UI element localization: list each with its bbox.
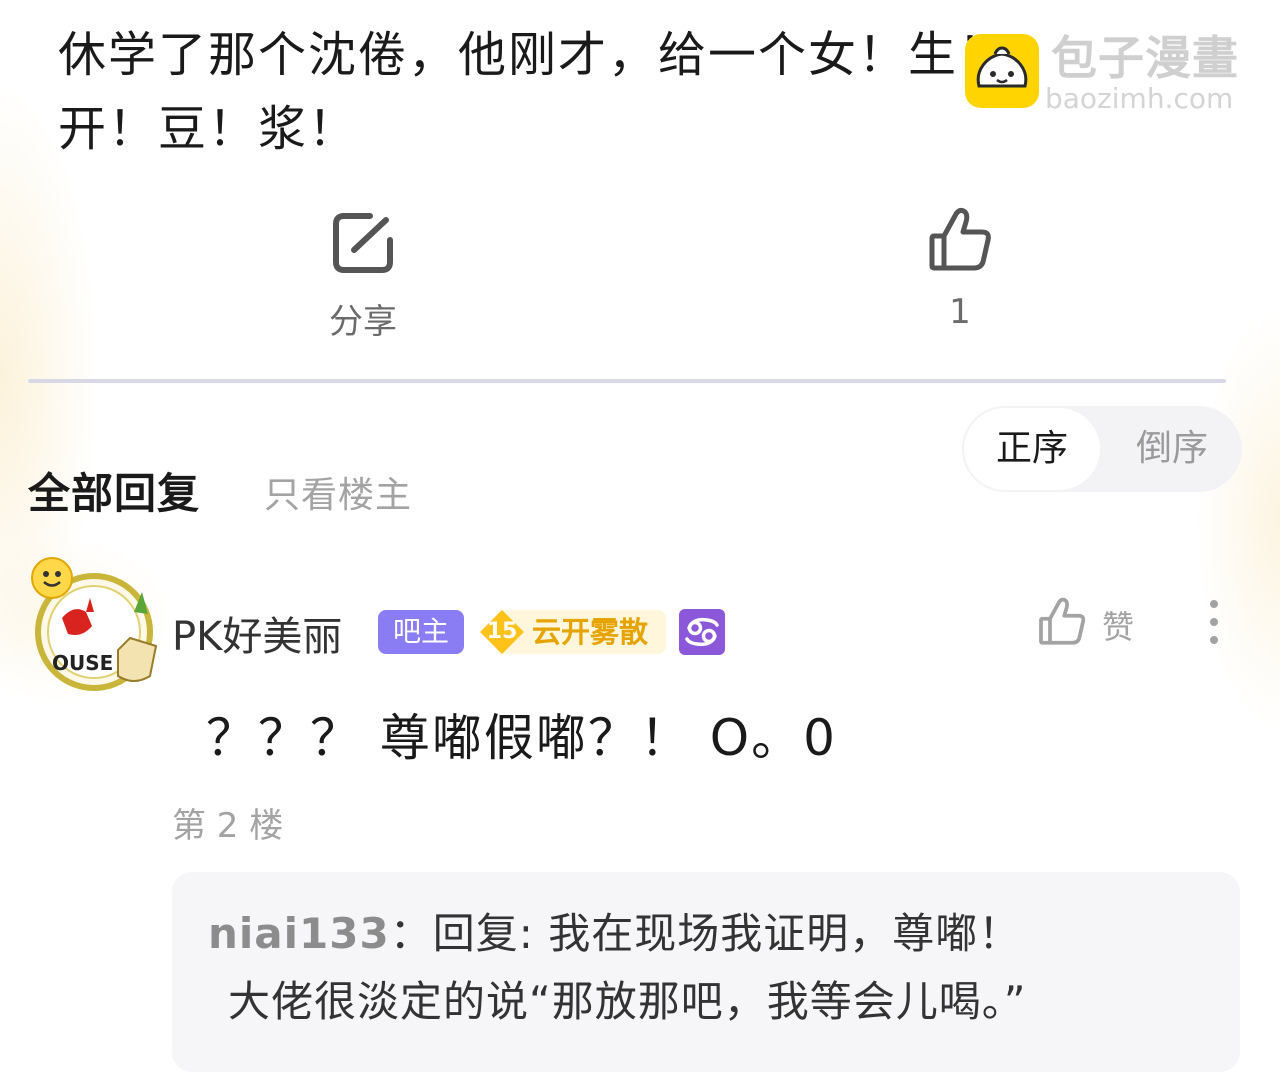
subreply-box[interactable]: niai133：回复: 我在现场我证明，尊嘟！ 大佬很淡定的说“那放那吧，我等会… xyxy=(172,872,1240,1072)
share-icon xyxy=(333,213,393,273)
bun-logo-icon xyxy=(965,34,1039,108)
post-like-count: 1 xyxy=(949,292,971,332)
share-button[interactable]: 分享 xyxy=(300,210,426,343)
reply-like-label: 赞 xyxy=(1102,608,1135,646)
thumbs-up-icon xyxy=(929,207,991,271)
share-label: 分享 xyxy=(329,302,397,342)
sort-descending-button[interactable]: 倒序 xyxy=(1106,408,1238,490)
level-number: 15 xyxy=(478,608,526,656)
watermark-url: baozimh.com xyxy=(1045,82,1234,115)
subreply-text-1: 回复: 我在现场我证明，尊嘟！ xyxy=(432,909,1022,958)
post-like-button[interactable]: 1 xyxy=(900,206,1020,332)
sort-ascending-button[interactable]: 正序 xyxy=(964,408,1100,490)
level-title: 云开雾散 xyxy=(532,615,649,649)
subreply-line-1: niai133：回复: 我在现场我证明，尊嘟！ xyxy=(208,900,1021,961)
cancer-icon xyxy=(679,609,725,655)
level-badge: 15 云开雾散 xyxy=(478,608,668,656)
watermark-title: 包子漫畫 xyxy=(1051,31,1239,85)
site-watermark: 包子漫畫 baozimh.com xyxy=(965,31,1265,115)
reply-like-button[interactable]: 赞 xyxy=(1038,596,1148,650)
sort-toggle: 正序 倒序 xyxy=(962,406,1242,492)
floor-label: 第 2 楼 xyxy=(172,806,284,846)
subreply-username[interactable]: niai133 xyxy=(208,909,390,958)
avatar[interactable]: OUSE xyxy=(22,552,167,697)
subreply-colon: ： xyxy=(389,909,433,958)
section-divider xyxy=(28,379,1226,383)
owner-badge: 吧主 xyxy=(378,610,464,654)
tab-all-replies[interactable]: 全部回复 xyxy=(28,460,200,521)
thumbs-up-icon xyxy=(1039,597,1086,645)
reply-username[interactable]: PK好美丽 xyxy=(172,604,342,662)
more-options-icon[interactable] xyxy=(1196,596,1232,652)
tab-owner-only[interactable]: 只看楼主 xyxy=(264,466,412,518)
svg-text:OUSE: OUSE xyxy=(52,651,113,675)
reply-content: ？？？ 尊嘟假嘟？！ O。0 xyxy=(206,709,837,767)
